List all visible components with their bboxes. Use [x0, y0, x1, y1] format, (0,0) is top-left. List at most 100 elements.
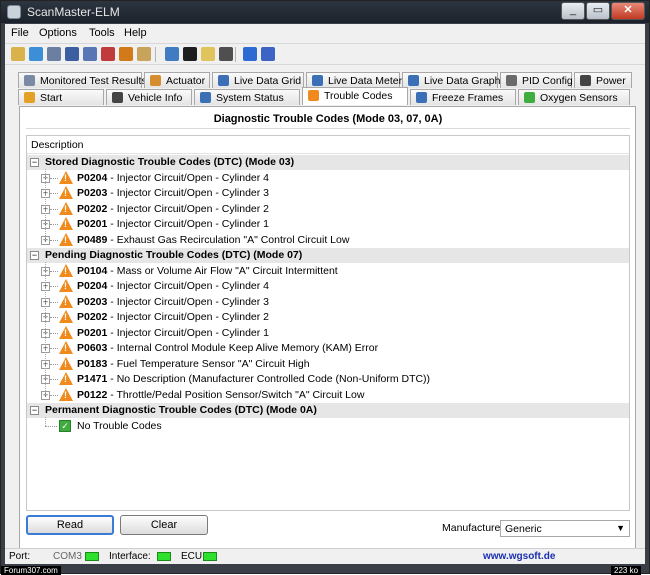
dtc-group-label: Stored Diagnostic Trouble Codes (DTC) (M… — [45, 156, 295, 168]
toolbar-separator — [155, 47, 156, 62]
tab-actuator[interactable]: Actuator — [144, 72, 210, 88]
no-codes-label: No Trouble Codes — [77, 419, 162, 432]
menu-help[interactable]: Help — [124, 27, 147, 39]
globe-icon[interactable] — [29, 47, 43, 61]
tab-label: PID Config — [522, 75, 573, 87]
dtc-item[interactable]: +P0202 - Injector Circuit/Open - Cylinde… — [27, 310, 629, 325]
collapse-icon[interactable]: − — [30, 251, 39, 260]
dtc-item[interactable]: +P0603 - Internal Control Module Keep Al… — [27, 341, 629, 356]
clear-button[interactable]: Clear — [120, 515, 208, 535]
tab-live-data-grid[interactable]: Live Data Grid — [212, 72, 304, 88]
menu-tools[interactable]: Tools — [89, 27, 115, 39]
dtc-group-label: Permanent Diagnostic Trouble Codes (DTC)… — [45, 404, 317, 416]
dtc-item[interactable]: +P0204 - Injector Circuit/Open - Cylinde… — [27, 170, 629, 186]
website-link[interactable]: www.wgsoft.de — [483, 551, 555, 562]
warning-icon — [59, 325, 73, 339]
dtc-tree[interactable]: Description − Stored Diagnostic Trouble C… — [26, 135, 630, 511]
dtc-item[interactable]: +P0201 - Injector Circuit/Open - Cylinde… — [27, 325, 629, 341]
dtc-item[interactable]: +P0202 - Injector Circuit/Open - Cylinde… — [27, 201, 629, 217]
tab-label: Monitored Test Results — [40, 75, 147, 87]
dtc-item-label: P0201 - Injector Circuit/Open - Cylinder… — [77, 327, 269, 339]
warning-icon — [59, 232, 73, 246]
tab-live-data-meter[interactable]: Live Data Meter — [306, 72, 402, 88]
tab-live-data-graph[interactable]: Live Data Graph — [402, 72, 500, 88]
column-header-description[interactable]: Description — [27, 136, 629, 154]
book-icon[interactable] — [261, 47, 275, 61]
interface-led-icon — [157, 552, 171, 561]
tab-freeze-frames[interactable]: Freeze Frames — [410, 89, 516, 105]
manufacturer-select[interactable]: Generic ▼ — [500, 520, 630, 537]
warning-icon — [59, 341, 73, 354]
warning-icon — [59, 217, 73, 230]
report-icon[interactable] — [101, 47, 115, 61]
tree-connector — [50, 239, 58, 241]
dtc-item[interactable]: +P0122 - Throttle/Pedal Position Sensor/… — [27, 387, 629, 403]
tab-monitored-test-results[interactable]: Monitored Test Results — [18, 72, 147, 88]
monitor-icon — [24, 75, 35, 86]
dtc-item[interactable]: +P0203 - Injector Circuit/Open - Cylinde… — [27, 186, 629, 201]
dtc-description: - Exhaust Gas Recirculation "A" Control … — [107, 233, 350, 246]
warning-icon — [59, 310, 73, 323]
dtc-item[interactable]: +P0104 - Mass or Volume Air Flow "A" Cir… — [27, 263, 629, 279]
collapse-icon[interactable]: − — [30, 158, 39, 167]
terminal-icon[interactable] — [183, 47, 197, 61]
toolbar-separator — [235, 47, 236, 62]
warning-icon — [59, 201, 73, 215]
tab-vehicle-info[interactable]: Vehicle Info — [106, 89, 192, 105]
status-bar: Port: COM3 Interface: ECU: www.wgsoft.de — [5, 548, 645, 564]
panel-title: Diagnostic Trouble Codes (Mode 03, 07, 0… — [26, 111, 630, 129]
client-area: File Options Tools Help Monitored Test R… — [5, 24, 645, 564]
menu-bar: File Options Tools Help — [5, 24, 645, 42]
dtc-description: - Injector Circuit/Open - Cylinder 1 — [107, 218, 270, 230]
tab-start[interactable]: Start — [18, 89, 104, 105]
tree-connector — [50, 363, 58, 365]
dtc-code: P0122 — [77, 388, 108, 401]
tab-pid-config[interactable]: PID Config — [500, 72, 573, 88]
dtc-item[interactable]: ✓ No Trouble Codes — [27, 419, 629, 434]
battery-icon[interactable] — [201, 47, 215, 61]
warning-icon — [59, 387, 73, 401]
chart-icon[interactable] — [83, 47, 97, 61]
document-icon[interactable] — [47, 47, 61, 61]
tab-system-status[interactable]: System Status — [194, 89, 300, 105]
tab-oxygen-sensors[interactable]: Oxygen Sensors — [518, 89, 630, 105]
dtc-description: - Injector Circuit/Open - Cylinder 4 — [107, 171, 270, 184]
sensor-icon — [524, 92, 535, 103]
dtc-item[interactable]: +P0203 - Injector Circuit/Open - Cylinde… — [27, 294, 629, 310]
start-icon — [24, 92, 35, 103]
tab-power[interactable]: Power — [574, 72, 632, 88]
dtc-description: - Mass or Volume Air Flow "A" Circuit In… — [107, 264, 338, 277]
dtc-item[interactable]: +P1471 - No Description (Manufacturer Co… — [27, 372, 629, 387]
tool-icon[interactable] — [11, 47, 25, 61]
read-button[interactable]: Read — [26, 515, 114, 535]
title-bar[interactable]: ScanMaster-ELM _ ▭ ✕ — [1, 1, 649, 23]
close-button[interactable]: ✕ — [611, 2, 645, 20]
menu-file[interactable]: File — [11, 27, 29, 39]
dtc-item[interactable]: +P0204 - Injector Circuit/Open - Cylinde… — [27, 279, 629, 294]
ecu-label: ECU: — [181, 551, 205, 562]
leaf-icon[interactable] — [119, 47, 133, 61]
dtc-item[interactable]: +P0201 - Injector Circuit/Open - Cylinde… — [27, 217, 629, 232]
tab-trouble-codes[interactable]: Trouble Codes — [302, 87, 408, 105]
maximize-button[interactable]: ▭ — [586, 2, 610, 20]
chat-icon[interactable] — [165, 47, 179, 61]
clipboard-icon[interactable] — [137, 47, 151, 61]
disc-icon[interactable] — [219, 47, 233, 61]
dtc-item[interactable]: +P0183 - Fuel Temperature Sensor "A" Cir… — [27, 356, 629, 372]
grid-icon[interactable] — [65, 47, 79, 61]
dtc-item[interactable]: +P0489 - Exhaust Gas Recirculation "A" C… — [27, 232, 629, 248]
dtc-group[interactable]: − Permanent Diagnostic Trouble Codes (DTC… — [27, 403, 629, 418]
collapse-icon[interactable]: − — [30, 406, 39, 415]
menu-options[interactable]: Options — [39, 27, 77, 39]
dtc-description: - Internal Control Module Keep Alive Mem… — [107, 342, 379, 354]
dtc-code: P0202 — [77, 202, 108, 215]
info-icon[interactable] — [243, 47, 257, 61]
warning-icon — [59, 279, 73, 292]
pid-icon — [506, 75, 517, 86]
dtc-group[interactable]: − Stored Diagnostic Trouble Codes (DTC) (… — [27, 155, 629, 170]
warning-icon — [59, 263, 73, 277]
minimize-button[interactable]: _ — [561, 2, 585, 20]
graph-icon — [408, 75, 419, 86]
dtc-group[interactable]: − Pending Diagnostic Trouble Codes (DTC) … — [27, 248, 629, 263]
dtc-item-label: P0203 - Injector Circuit/Open - Cylinder… — [77, 187, 269, 199]
